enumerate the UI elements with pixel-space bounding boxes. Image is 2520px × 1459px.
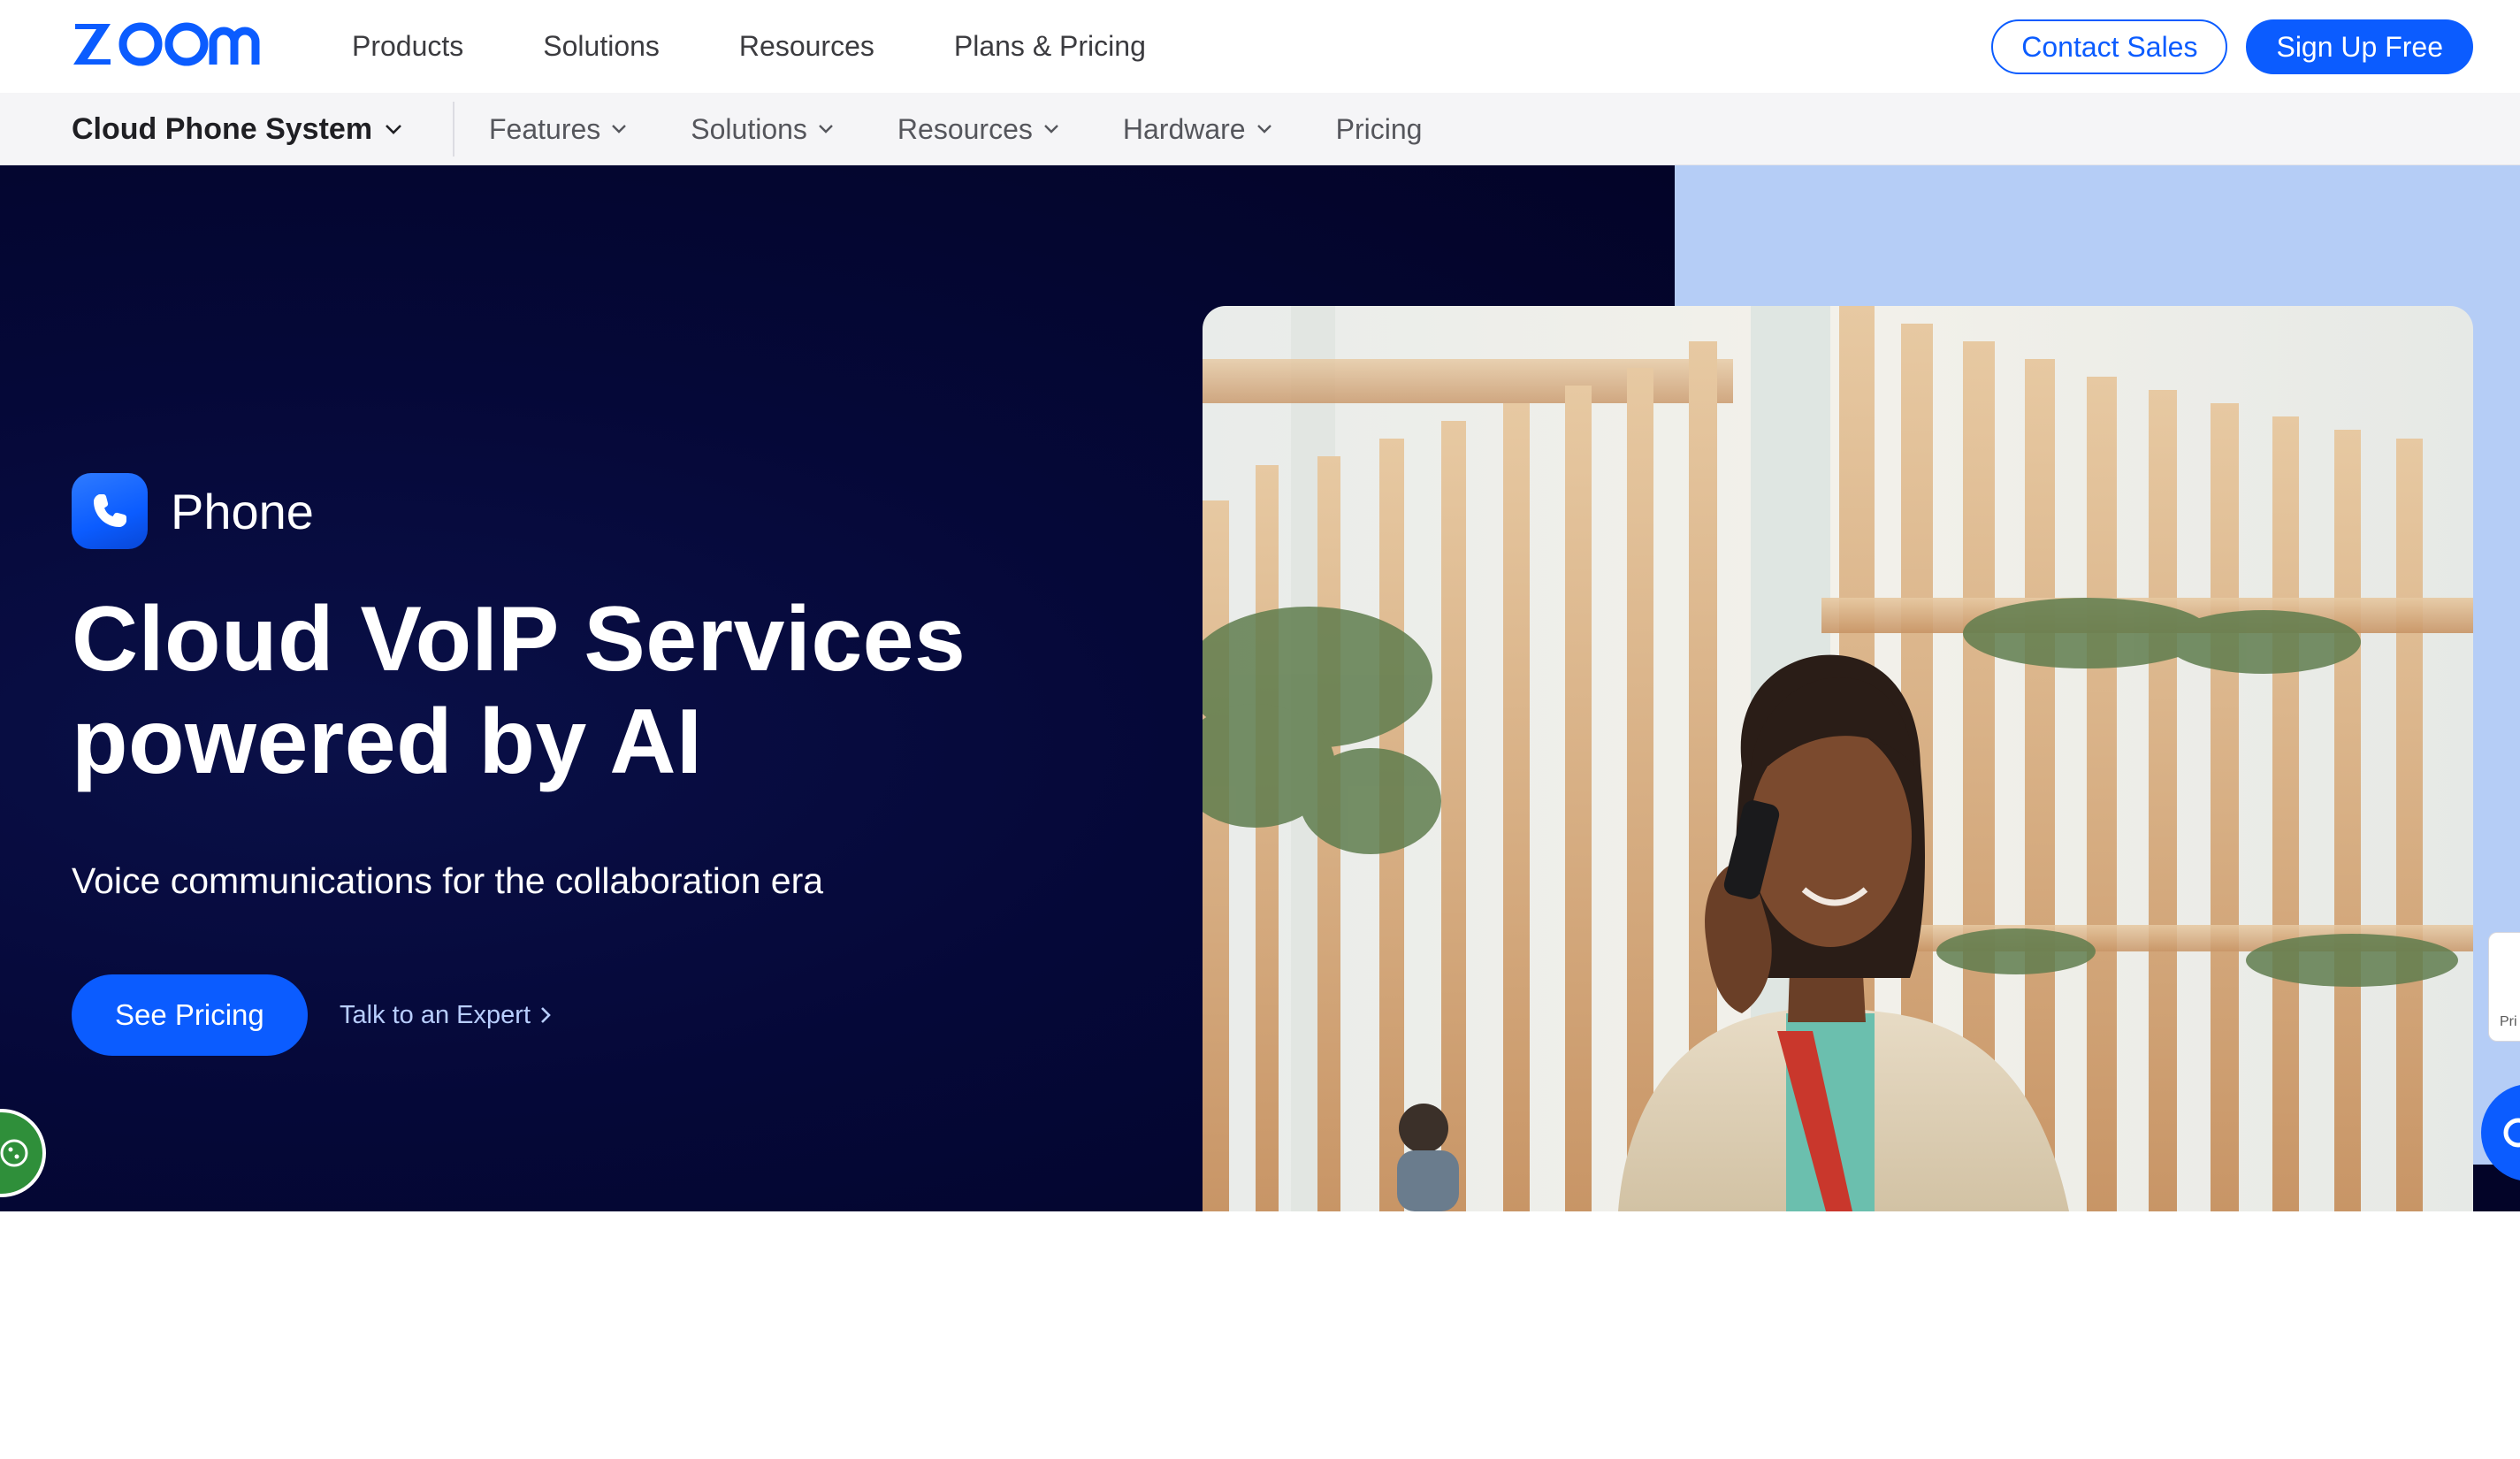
chevron-down-icon [1044, 125, 1058, 134]
nav-actions: Contact Sales Sign Up Free [1991, 19, 2473, 74]
product-badge: Phone [72, 473, 314, 549]
phone-icon [72, 473, 148, 549]
chevron-down-icon [819, 125, 833, 134]
chevron-right-icon [541, 1007, 551, 1023]
side-tab-text: Pri [2500, 1014, 2517, 1029]
hero-subtitle: Voice communications for the collaborati… [72, 860, 824, 901]
subnav-item-label: Features [489, 112, 601, 145]
hero-title: Cloud VoIP Services powered by AI [72, 588, 1159, 793]
subnav-item-solutions[interactable]: Solutions [691, 113, 834, 146]
chevron-down-icon [1256, 125, 1271, 134]
hero-title-line-2: powered by AI [72, 691, 703, 793]
subnav-item-label: Solutions [691, 112, 807, 145]
product-selector[interactable]: Cloud Phone System [72, 93, 402, 165]
chat-icon [2503, 1118, 2520, 1148]
subnav-items: Features Solutions Resources Hardware Pr… [489, 93, 1485, 165]
talk-to-expert-link[interactable]: Talk to an Expert [340, 974, 552, 1056]
talk-to-expert-label: Talk to an Expert [340, 1000, 531, 1029]
hero-photo [1203, 306, 2473, 1211]
see-pricing-button[interactable]: See Pricing [72, 974, 308, 1056]
zoom-logo-icon [73, 22, 260, 66]
nav-solutions[interactable]: Solutions [543, 30, 660, 63]
cookie-icon [0, 1139, 28, 1167]
hero-title-line-1: Cloud VoIP Services [72, 588, 966, 691]
nav-products[interactable]: Products [352, 30, 463, 63]
subnav-item-resources[interactable]: Resources [897, 113, 1059, 146]
nav-resources[interactable]: Resources [739, 30, 874, 63]
zoom-logo[interactable]: zoom [72, 14, 275, 73]
top-navigation: zoom Products Solutions Resources Plans … [0, 0, 2520, 93]
hero-section: Phone Cloud VoIP Services powered by AI … [0, 165, 2520, 1211]
contact-sales-button[interactable]: Contact Sales [1991, 19, 2228, 74]
woman-on-phone-image [1203, 306, 2473, 1211]
subnav-item-label: Resources [897, 112, 1033, 145]
subnav-item-label: Pricing [1335, 112, 1423, 145]
subnav-divider [453, 102, 454, 157]
subnav-item-features[interactable]: Features [489, 113, 627, 146]
subnav-item-label: Hardware [1122, 112, 1246, 145]
primary-nav: Products Solutions Resources Plans & Pri… [352, 0, 1226, 93]
privacy-side-tab[interactable]: Pri [2488, 932, 2520, 1042]
product-name: Phone [171, 483, 314, 539]
product-selector-label: Cloud Phone System [72, 111, 373, 146]
nav-plans-pricing[interactable]: Plans & Pricing [954, 30, 1146, 63]
subnav-item-hardware[interactable]: Hardware [1123, 113, 1272, 146]
subnav-item-pricing[interactable]: Pricing [1336, 113, 1423, 146]
chevron-down-icon [386, 124, 401, 134]
product-subnav: Cloud Phone System Features Solutions Re… [0, 93, 2520, 165]
chevron-down-icon [612, 125, 627, 134]
sign-up-free-button[interactable]: Sign Up Free [2246, 19, 2473, 74]
